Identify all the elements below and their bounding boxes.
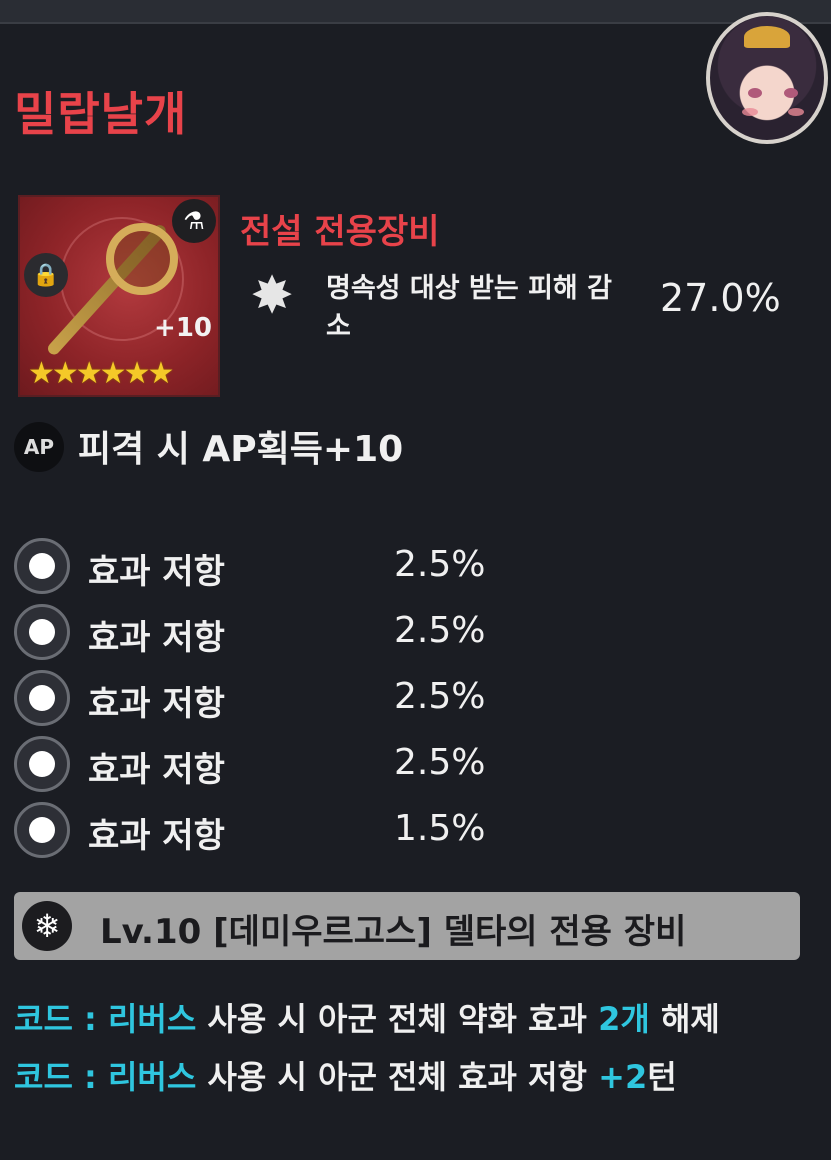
substat-row: 효과 저항 2.5% <box>14 670 574 726</box>
avatar-eye <box>748 88 762 98</box>
substat-name: 효과 저항 <box>88 552 225 592</box>
substat-value: 2.5% <box>394 676 486 717</box>
exclusive-effect-line: 코드 : 리버스 사용 시 아군 전체 효과 저항 +2턴 <box>14 1052 677 1098</box>
item-icon-box[interactable]: 🔒 ⚗ +10 ★★★★★★ <box>18 195 220 397</box>
exclusive-effect-line: 코드 : 리버스 사용 시 아군 전체 약화 효과 2개 해제 <box>14 994 720 1040</box>
substat-row: 효과 저항 2.5% <box>14 604 574 660</box>
substat-icon <box>14 670 70 726</box>
substat-value: 2.5% <box>394 610 486 651</box>
snowflake-icon: ❄ <box>22 901 72 951</box>
effect-skill-name: 리버스 <box>107 1000 197 1038</box>
top-bar <box>0 0 831 24</box>
substat-icon <box>14 538 70 594</box>
item-title: 밀랍날개 <box>14 87 188 141</box>
main-stat-value: 27.0% <box>660 276 781 320</box>
effect-code-label: 코드 : <box>14 1058 97 1096</box>
substat-icon <box>14 736 70 792</box>
substat-name: 효과 저항 <box>88 750 225 790</box>
enhance-level: +10 <box>154 313 212 343</box>
effect-description: 사용 시 아군 전체 효과 저항 <box>207 1058 587 1096</box>
ap-icon: AP <box>14 422 64 472</box>
substat-value: 2.5% <box>394 544 486 585</box>
set-effect-title: Lv.10 [데미우르고스] 델타의 전용 장비 <box>100 912 687 952</box>
avatar-blush <box>788 108 804 116</box>
effect-skill-name: 리버스 <box>107 1058 197 1096</box>
main-stat-name: 명속성 대상 받는 피해 감소 <box>326 273 612 342</box>
effect-tail: 해제 <box>660 1000 720 1038</box>
class-icon: ⚗ <box>172 199 216 243</box>
effect-amount: +2 <box>598 1058 648 1096</box>
ap-effect-text: 피격 시 AP획득+10 <box>78 429 404 470</box>
weapon-head <box>106 223 178 295</box>
substat-name: 효과 저항 <box>88 816 225 856</box>
avatar-blush <box>742 108 758 116</box>
effect-code-label: 코드 : <box>14 1000 97 1038</box>
substat-row: 효과 저항 1.5% <box>14 802 574 858</box>
substat-icon <box>14 802 70 858</box>
lock-icon[interactable]: 🔒 <box>24 253 68 297</box>
effect-description: 사용 시 아군 전체 약화 효과 <box>207 1000 587 1038</box>
hair-ornament <box>744 26 790 48</box>
substat-icon <box>14 604 70 660</box>
substat-row: 효과 저항 2.5% <box>14 538 574 594</box>
avatar-eye <box>784 88 798 98</box>
substat-value: 2.5% <box>394 742 486 783</box>
item-tier: 전설 전용장비 <box>240 212 440 252</box>
substat-row: 효과 저항 2.5% <box>14 736 574 792</box>
character-avatar[interactable] <box>706 12 828 144</box>
substat-value: 1.5% <box>394 808 486 849</box>
effect-tail: 턴 <box>647 1058 677 1096</box>
substat-name: 효과 저항 <box>88 684 225 724</box>
burst-icon: ✸ <box>250 266 294 326</box>
set-effect-bar[interactable]: ❄ Lv.10 [데미우르고스] 델타의 전용 장비 <box>14 892 800 960</box>
substat-name: 효과 저항 <box>88 618 225 658</box>
effect-amount: 2개 <box>598 1000 650 1038</box>
star-rating: ★★★★★★ <box>28 356 174 391</box>
